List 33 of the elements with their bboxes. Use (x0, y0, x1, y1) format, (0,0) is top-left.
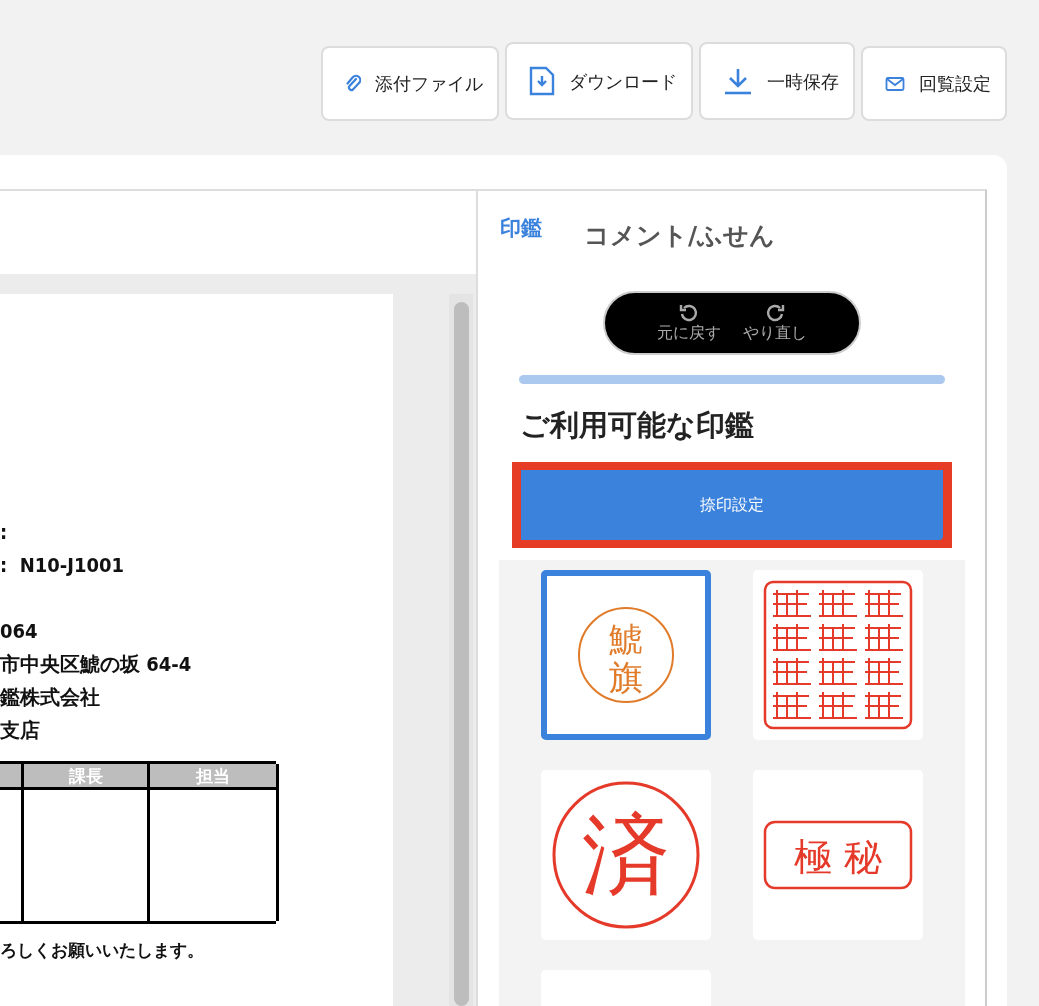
stamp-option[interactable]: 済 (540, 769, 711, 940)
undo-icon (678, 303, 699, 323)
document-text-line: ろしくお願いいたします。 (0, 939, 205, 962)
toolbar-button[interactable]: ダウンロード (505, 42, 693, 120)
undo-button[interactable]: 元に戻す (656, 303, 721, 343)
document-text-line: 支店 (0, 717, 41, 744)
stamp-impression: 極 秘 (762, 819, 913, 890)
section-heading: ご利用可能な印鑑 (520, 407, 754, 444)
stamp-impression: 済 (550, 779, 701, 930)
toolbar-button[interactable]: 一時保存 (699, 42, 855, 120)
redo-button[interactable]: やり直し (742, 303, 807, 343)
table-header: 課長 (24, 764, 150, 790)
download-icon (723, 67, 753, 95)
toolbar-button[interactable]: 添付ファイル (321, 46, 499, 121)
scrollbar-track[interactable] (449, 294, 473, 1006)
document-text-line: : N10-J1001 (0, 552, 126, 579)
document-text-line: 鑑株式会社 (0, 684, 101, 711)
table-header: 担当 (150, 764, 279, 790)
document-text-line: 064 (0, 618, 39, 645)
stamp-impression: 鯱旗 (575, 604, 676, 705)
panel-tab[interactable]: 印鑑 (500, 213, 542, 245)
document-text-line: 市中央区鯱の坂 64-4 (0, 651, 193, 678)
toolbar-button[interactable]: 回覧設定 (861, 46, 1007, 121)
scrollbar-thumb[interactable] (453, 302, 469, 1006)
file-download-icon (529, 66, 555, 96)
document-text-line: : (0, 519, 9, 546)
mail-icon (885, 75, 905, 92)
redo-icon (764, 303, 785, 323)
stamp-settings-button[interactable]: 捺印設定 (520, 469, 943, 540)
stamp-option[interactable] (752, 569, 923, 740)
stamp-option[interactable]: 極 秘 (752, 769, 923, 940)
panel-tab[interactable]: コメント/ふせん (584, 217, 776, 255)
paperclip-icon (345, 73, 361, 94)
